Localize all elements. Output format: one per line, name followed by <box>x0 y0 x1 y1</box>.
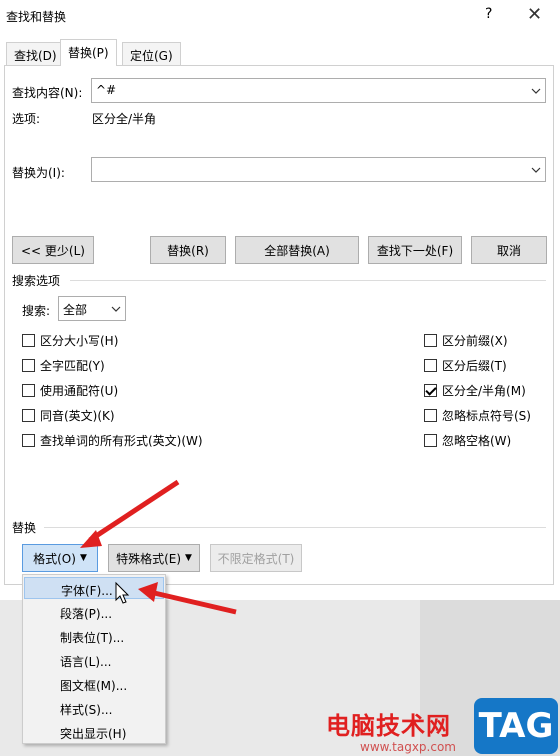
options-value: 区分全/半角 <box>92 112 157 126</box>
replace-button[interactable]: 替换(R) <box>150 236 226 264</box>
menu-item-language[interactable]: 语言(L)... <box>24 649 164 671</box>
special-button[interactable]: 特殊格式(E) ▼ <box>108 544 200 572</box>
checkbox-label: 忽略标点符号(S) <box>442 409 531 423</box>
search-direction-label: 搜索: <box>22 304 51 318</box>
caret-down-icon: ▼ <box>185 553 192 563</box>
menu-item-tabs[interactable]: 制表位(T)... <box>24 625 164 647</box>
search-direction-select[interactable]: 全部 <box>58 296 126 321</box>
chevron-down-icon[interactable] <box>107 297 125 320</box>
find-what-combo[interactable]: ^# <box>91 78 546 103</box>
menu-item-highlight[interactable]: 突出显示(H) <box>24 721 164 743</box>
whole-word-checkbox[interactable]: 全字匹配(Y) <box>22 357 105 374</box>
replace-with-combo[interactable] <box>91 157 546 182</box>
title-bar: 查找和替换 ? ✕ <box>0 0 560 32</box>
format-button-label: 格式(O) <box>33 551 76 566</box>
checkbox-box[interactable] <box>22 334 35 347</box>
replace-label: 替换为(I): <box>12 166 65 180</box>
menu-item-font[interactable]: 字体(F)... <box>24 577 164 599</box>
tag-logo: TAG <box>474 698 558 754</box>
watermark-text: 电脑技术网 <box>326 712 451 740</box>
cancel-button[interactable]: 取消 <box>471 236 547 264</box>
checkbox-box[interactable] <box>424 409 437 422</box>
checkbox-label: 同音(英文)(K) <box>40 409 115 423</box>
divider <box>70 280 546 281</box>
checkbox-label: 区分大小写(H) <box>40 334 119 348</box>
menu-item-paragraph[interactable]: 段落(P)... <box>24 601 164 623</box>
checkbox-box[interactable] <box>424 334 437 347</box>
watermark-url: www.tagxp.com <box>360 740 456 754</box>
replace-all-button[interactable]: 全部替换(A) <box>235 236 359 264</box>
menu-item-frame[interactable]: 图文框(M)... <box>24 673 164 695</box>
format-dropdown-menu: 字体(F)... 段落(P)... 制表位(T)... 语言(L)... 图文框… <box>22 574 166 744</box>
tab-goto[interactable]: 定位(G) <box>122 42 181 66</box>
match-width-checkbox[interactable]: 区分全/半角(M) <box>424 382 526 399</box>
search-direction-value: 全部 <box>63 303 88 317</box>
ignore-spaces-checkbox[interactable]: 忽略空格(W) <box>424 432 511 449</box>
checkbox-box[interactable] <box>22 434 35 447</box>
checkbox-box[interactable] <box>22 409 35 422</box>
help-button[interactable]: ? <box>485 6 492 22</box>
checkbox-label: 全字匹配(Y) <box>40 359 105 373</box>
checkbox-label: 区分全/半角(M) <box>442 384 526 398</box>
tab-find[interactable]: 查找(D) <box>6 42 65 66</box>
ignore-punctuation-checkbox[interactable]: 忽略标点符号(S) <box>424 407 531 424</box>
close-button[interactable]: ✕ <box>527 4 542 25</box>
caret-down-icon: ▼ <box>79 553 87 563</box>
special-button-label: 特殊格式(E) <box>116 551 182 566</box>
options-label: 选项: <box>12 112 41 126</box>
checkbox-label: 使用通配符(U) <box>40 384 119 398</box>
search-options-heading: 搜索选项 <box>12 274 61 288</box>
checkbox-box[interactable] <box>424 359 437 372</box>
find-label: 查找内容(N): <box>12 86 83 100</box>
find-what-input[interactable]: ^# <box>96 83 116 97</box>
checkbox-label: 区分前缀(X) <box>442 334 508 348</box>
sounds-like-checkbox[interactable]: 同音(英文)(K) <box>22 407 115 424</box>
checkbox-label: 忽略空格(W) <box>442 434 512 448</box>
no-formatting-button[interactable]: 不限定格式(T) <box>210 544 302 572</box>
replace-tab-panel <box>4 65 554 585</box>
find-replace-dialog: 查找和替换 ? ✕ 查找(D) 替换(P) 定位(G) 查找内容(N): ^# … <box>0 0 560 600</box>
divider <box>44 527 546 528</box>
tab-replace[interactable]: 替换(P) <box>60 39 117 66</box>
window-title: 查找和替换 <box>6 10 67 24</box>
checkbox-label: 区分后缀(T) <box>442 359 507 373</box>
menu-item-style[interactable]: 样式(S)... <box>24 697 164 719</box>
less-button[interactable]: << 更少(L) <box>12 236 94 264</box>
find-next-button[interactable]: 查找下一处(F) <box>368 236 462 264</box>
format-button[interactable]: 格式(O) ▼ <box>22 544 98 572</box>
chevron-down-icon[interactable] <box>527 158 545 181</box>
checkbox-box[interactable] <box>22 359 35 372</box>
chevron-down-icon[interactable] <box>527 79 545 102</box>
match-prefix-checkbox[interactable]: 区分前缀(X) <box>424 332 508 349</box>
match-suffix-checkbox[interactable]: 区分后缀(T) <box>424 357 507 374</box>
checkbox-box[interactable] <box>22 384 35 397</box>
replace-section-heading: 替换 <box>12 521 37 535</box>
match-case-checkbox[interactable]: 区分大小写(H) <box>22 332 118 349</box>
checkbox-box[interactable] <box>424 384 437 397</box>
wildcards-checkbox[interactable]: 使用通配符(U) <box>22 382 118 399</box>
all-word-forms-checkbox[interactable]: 查找单词的所有形式(英文)(W) <box>22 432 203 449</box>
checkbox-label: 查找单词的所有形式(英文)(W) <box>40 434 203 448</box>
checkbox-box[interactable] <box>424 434 437 447</box>
